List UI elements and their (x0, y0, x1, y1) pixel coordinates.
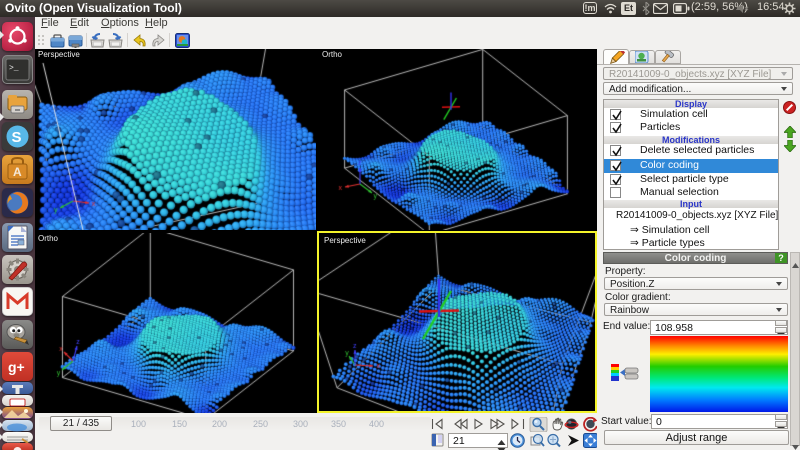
svg-text:S: S (12, 129, 22, 146)
svg-text:A: A (13, 165, 22, 179)
svg-text:g+: g+ (8, 359, 25, 375)
svg-text:>_: >_ (9, 64, 19, 73)
